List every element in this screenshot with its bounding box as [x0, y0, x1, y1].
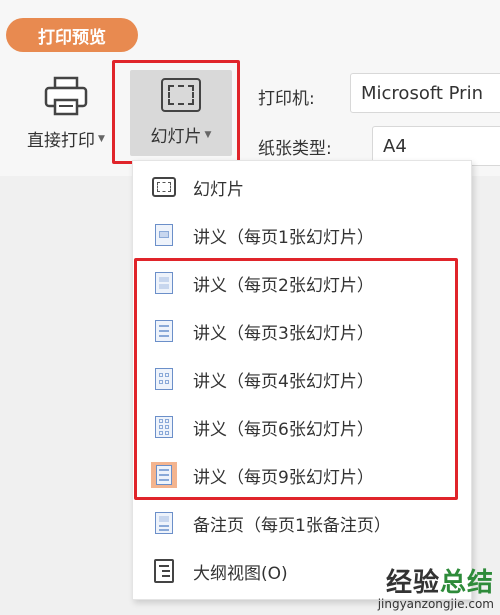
menu-item-notes-page[interactable]: 备注页（每页1张备注页） [133, 503, 471, 543]
handout-6-icon [151, 414, 177, 440]
menu-item-label: 讲义（每页3张幻灯片） [193, 323, 374, 344]
slide-type-dropdown-button[interactable]: 幻灯片 ▼ [130, 70, 232, 156]
menu-item-label: 幻灯片 [193, 179, 244, 200]
paper-type-label: 纸张类型: [258, 139, 332, 159]
menu-item-handout-3[interactable]: 讲义（每页3张幻灯片） [133, 311, 471, 351]
slide-icon [151, 174, 177, 200]
printer-select[interactable]: Microsoft Prin [350, 73, 500, 113]
watermark-text-green: 总结 [439, 568, 494, 598]
watermark: 经验总结 jingyanzongjie.com [378, 562, 494, 611]
watermark-text: 经验 [385, 568, 440, 598]
menu-item-label: 讲义（每页4张幻灯片） [193, 371, 374, 392]
chevron-down-icon: ▼ [204, 129, 212, 140]
printer-icon [42, 76, 90, 118]
handout-4-icon [151, 366, 177, 392]
menu-item-handout-4[interactable]: 讲义（每页4张幻灯片） [133, 359, 471, 399]
print-preview-ribbon: 打印预览 直接打印 ▼ 幻灯片 ▼ 打印机: Microsoft Prin 纸张… [0, 0, 500, 176]
slide-type-dropdown-menu: 幻灯片 讲义（每页1张幻灯片） 讲义（每页2张幻灯片） 讲义（每页3张幻灯片） … [132, 160, 472, 600]
slide-type-label: 幻灯片 [150, 127, 202, 147]
watermark-url: jingyanzongjie.com [377, 597, 494, 611]
direct-print-label: 直接打印 [27, 131, 96, 151]
menu-item-handout-1[interactable]: 讲义（每页1张幻灯片） [133, 215, 471, 255]
handout-3-icon [151, 318, 177, 344]
direct-print-button[interactable]: 直接打印 ▼ [14, 76, 118, 151]
menu-item-label: 讲义（每页1张幻灯片） [193, 227, 374, 248]
outline-icon [151, 558, 177, 584]
menu-item-slide[interactable]: 幻灯片 [133, 167, 471, 207]
handout-1-icon [151, 222, 177, 248]
menu-item-label: 讲义（每页9张幻灯片） [193, 467, 374, 488]
menu-item-label: 讲义（每页2张幻灯片） [193, 275, 374, 296]
tab-print-preview[interactable]: 打印预览 [6, 18, 138, 52]
menu-item-handout-6[interactable]: 讲义（每页6张幻灯片） [133, 407, 471, 447]
menu-item-handout-9[interactable]: 讲义（每页9张幻灯片） [133, 455, 471, 495]
handout-9-icon [151, 462, 177, 488]
printer-label: 打印机: [258, 89, 315, 109]
chevron-down-icon: ▼ [98, 133, 105, 144]
selected-indicator [151, 462, 177, 488]
slide-frame-icon [161, 78, 201, 112]
menu-item-handout-2[interactable]: 讲义（每页2张幻灯片） [133, 263, 471, 303]
menu-item-label: 备注页（每页1张备注页） [193, 515, 391, 536]
notes-page-icon [151, 510, 177, 536]
handout-2-icon [151, 270, 177, 296]
menu-item-label: 大纲视图(O) [193, 563, 288, 584]
menu-item-label: 讲义（每页6张幻灯片） [193, 419, 374, 440]
